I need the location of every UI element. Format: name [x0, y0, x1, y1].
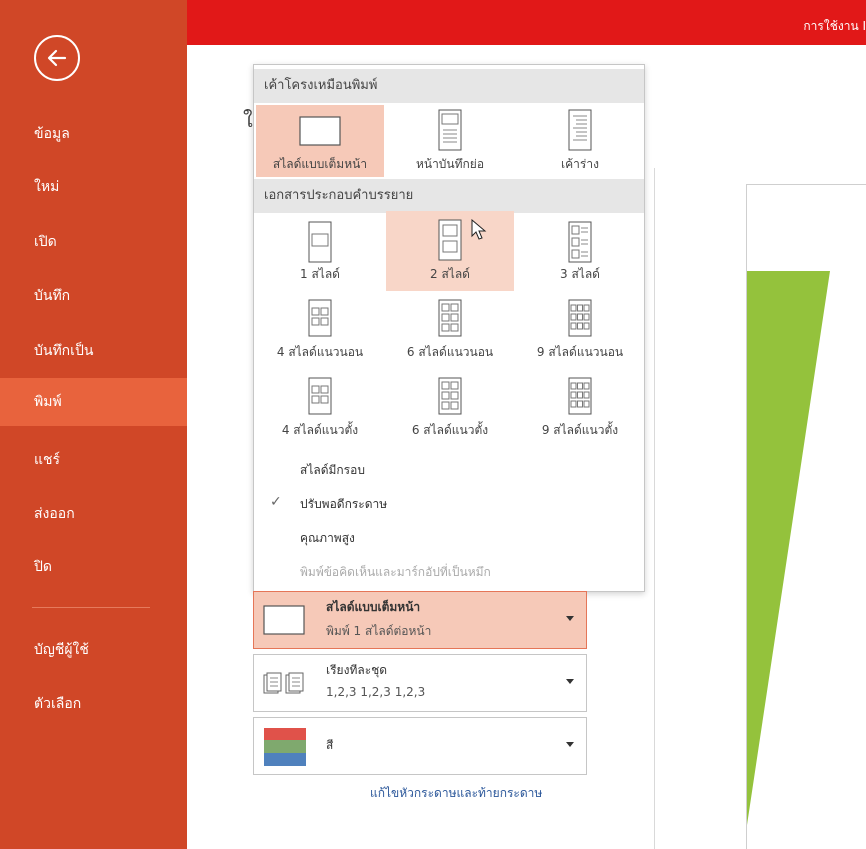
option-6-slides-vertical[interactable]: 6 สไลด์แนวตั้ง: [386, 371, 514, 445]
menu-high-quality[interactable]: คุณภาพสูง: [300, 529, 355, 548]
notes-page-icon: [438, 109, 462, 151]
nav-options[interactable]: ตัวเลือก: [0, 680, 187, 728]
print-layout-dropdown: เค้าโครงเหมือนพิมพ์ สไลด์แบบเต็มหน้า หน้…: [253, 64, 645, 592]
color-swatch-icon: [264, 728, 306, 766]
option-3-slides[interactable]: 3 สไลด์: [516, 215, 644, 289]
chevron-down-icon: [566, 679, 574, 684]
option-full-page-slides[interactable]: สไลด์แบบเต็มหน้า: [256, 105, 384, 177]
handout-1-slide-icon: [308, 221, 332, 263]
option-6-slides-horizontal[interactable]: 6 สไลด์แนวนอน: [386, 293, 514, 367]
outline-page-icon: [568, 109, 592, 151]
color-setting-title: สี: [326, 738, 334, 752]
backstage-sidebar: ข้อมูล ใหม่ เปิด บันทึก บันทึกเป็น พิมพ์…: [0, 0, 187, 849]
handout-9-vertical-icon: [568, 377, 592, 415]
full-page-slide-icon: [299, 116, 341, 146]
handout-2-slides-icon: [438, 219, 462, 261]
nav-new[interactable]: ใหม่: [0, 163, 187, 211]
nav-share[interactable]: แชร์: [0, 436, 187, 484]
slide-preview-graphic: [747, 271, 830, 825]
option-4-slides-vertical[interactable]: 4 สไลด์แนวตั้ง: [256, 371, 384, 445]
collate-setting-title: เรียงทีละชุด: [326, 663, 388, 677]
option-4-slides-horizontal[interactable]: 4 สไลด์แนวนอน: [256, 293, 384, 367]
preview-divider: [654, 168, 655, 849]
handout-6-vertical-icon: [438, 377, 462, 415]
nav-info[interactable]: ข้อมูล: [0, 110, 187, 158]
option-9-slides-vertical[interactable]: 9 สไลด์แนวตั้ง: [516, 371, 644, 445]
nav-save-as[interactable]: บันทึกเป็น: [0, 327, 187, 375]
edit-header-footer-link[interactable]: แก้ไขหัวกระดาษและท้ายกระดาษ: [370, 784, 542, 803]
section-handouts: เอกสารประกอบคำบรรยาย: [254, 179, 644, 213]
menu-scale-to-fit[interactable]: ปรับพอดีกระดาษ: [300, 495, 387, 514]
arrow-left-icon: [47, 49, 67, 67]
nav-save[interactable]: บันทึก: [0, 272, 187, 320]
nav-open[interactable]: เปิด: [0, 218, 187, 266]
sidebar-divider: [32, 607, 150, 608]
option-outline[interactable]: เค้าร่าง: [516, 105, 644, 177]
option-1-slide[interactable]: 1 สไลด์: [256, 215, 384, 289]
layout-setting-title: สไลด์แบบเต็มหน้า: [326, 600, 421, 614]
chevron-down-icon: [566, 616, 574, 621]
check-icon: ✓: [270, 494, 282, 510]
handout-4-horizontal-icon: [308, 299, 332, 337]
title-text: การใช้งาน I: [803, 19, 866, 33]
nav-print[interactable]: พิมพ์: [0, 378, 187, 426]
collate-setting-subtitle: 1,2,3 1,2,3 1,2,3: [326, 685, 426, 699]
collated-pages-icon: [263, 672, 304, 694]
handout-3-slides-icon: [568, 221, 592, 263]
page-heading-fragment: ใ: [243, 108, 253, 132]
title-bar: การใช้งาน I: [187, 0, 866, 45]
handout-6-horizontal-icon: [438, 299, 462, 337]
option-2-slides[interactable]: 2 สไลด์: [386, 211, 514, 291]
collate-setting-dropdown[interactable]: เรียงทีละชุด 1,2,3 1,2,3 1,2,3: [253, 654, 587, 712]
mouse-cursor-icon: [471, 219, 487, 240]
color-setting-dropdown[interactable]: สี: [253, 717, 587, 775]
print-preview[interactable]: [746, 184, 866, 849]
nav-export[interactable]: ส่งออก: [0, 490, 187, 538]
nav-account[interactable]: บัญชีผู้ใช้: [0, 626, 187, 674]
option-notes-pages[interactable]: หน้าบันทึกย่อ: [386, 105, 514, 177]
menu-frame-slides[interactable]: สไลด์มีกรอบ: [300, 461, 365, 480]
section-print-layout: เค้าโครงเหมือนพิมพ์: [254, 69, 644, 103]
nav-close[interactable]: ปิด: [0, 543, 187, 591]
back-button[interactable]: [34, 35, 80, 81]
layout-setting-subtitle: พิมพ์ 1 สไลด์ต่อหน้า: [326, 624, 432, 638]
layout-setting-dropdown[interactable]: สไลด์แบบเต็มหน้า พิมพ์ 1 สไลด์ต่อหน้า: [253, 591, 587, 649]
full-page-slide-thumb-icon: [263, 605, 305, 635]
chevron-down-icon: [566, 742, 574, 747]
handout-9-horizontal-icon: [568, 299, 592, 337]
option-9-slides-horizontal[interactable]: 9 สไลด์แนวนอน: [516, 293, 644, 367]
handout-4-vertical-icon: [308, 377, 332, 415]
menu-print-comments: พิมพ์ข้อคิดเห็นและมาร์กอัปที่เป็นหมึก: [300, 565, 491, 579]
